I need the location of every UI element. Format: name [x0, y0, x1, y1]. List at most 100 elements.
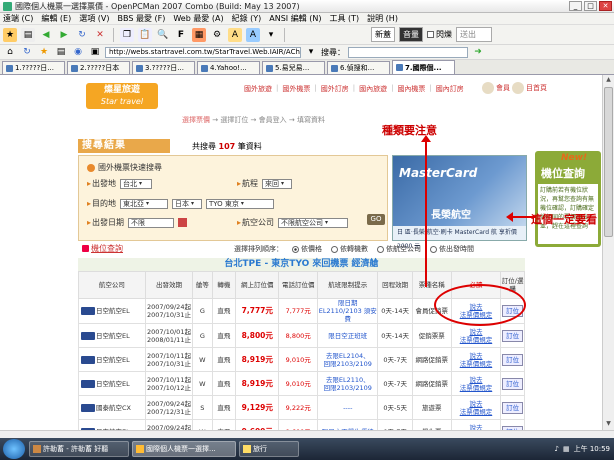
new-connection-icon[interactable]: ★: [3, 27, 17, 42]
flash-toggle[interactable]: 閃爍: [427, 29, 452, 40]
horizontal-scrollbar[interactable]: [0, 430, 614, 438]
scroll-thumb[interactable]: [604, 87, 613, 237]
cell-book[interactable]: 訂位: [500, 347, 525, 372]
print-icon[interactable]: ▣: [88, 45, 102, 59]
sort-by-transfer[interactable]: 依轉機數: [331, 244, 368, 254]
dest-country-select[interactable]: 日本: [172, 198, 203, 209]
cell-book[interactable]: 訂位: [500, 323, 525, 348]
book-button[interactable]: 訂位: [502, 377, 524, 390]
nav-domestic-hotel[interactable]: 國內訂房: [436, 84, 464, 94]
send-button[interactable]: 送出: [456, 27, 492, 42]
tab-5[interactable]: 5.易兒易...: [262, 61, 325, 74]
bookmark-icon[interactable]: ★: [37, 45, 51, 59]
menu-web-favorites[interactable]: Web 最愛 (A): [173, 13, 223, 24]
cell-read[interactable]: 說去 法票價規定: [450, 419, 502, 430]
tab-1[interactable]: 1.?????日...: [2, 61, 65, 74]
dropdown-icon[interactable]: ▾: [264, 28, 278, 42]
url-dropdown-icon[interactable]: ▾: [304, 45, 318, 59]
maximize-button[interactable]: □: [584, 1, 597, 11]
find-icon[interactable]: 🔍: [156, 28, 170, 42]
history-icon[interactable]: ▤: [54, 45, 68, 59]
taskbar-browser[interactable]: 國際個人機票一選擇...: [132, 441, 236, 457]
taskbar-travel[interactable]: 旅行: [239, 441, 299, 457]
dest-city-select[interactable]: TYO 東京: [206, 198, 275, 209]
airline-select[interactable]: 不限航空公司: [278, 217, 349, 228]
menu-help[interactable]: 說明 (H): [367, 13, 398, 24]
forward-icon[interactable]: ▶: [57, 28, 71, 42]
book-button[interactable]: 訂位: [502, 353, 524, 366]
stop-icon[interactable]: ✕: [93, 28, 107, 42]
settings-icon[interactable]: ⚙: [210, 28, 224, 42]
sort-by-airline[interactable]: 依航空公司: [377, 244, 421, 254]
color-icon[interactable]: ▦: [192, 27, 206, 42]
tab-2[interactable]: 2.?????日本: [67, 61, 130, 74]
menu-ansi-edit[interactable]: ANSI 編輯 (N): [269, 13, 321, 24]
menu-remote[interactable]: 遠端 (C): [3, 13, 33, 24]
network-icon[interactable]: ▦: [563, 445, 570, 453]
promo-banner[interactable]: MasterCard 長榮航空 日 區·長榮 航空·刷卡 MasterCard …: [392, 155, 527, 250]
volume-icon[interactable]: ♪: [555, 445, 559, 453]
scroll-down-icon[interactable]: ▼: [604, 420, 613, 429]
start-button[interactable]: [3, 439, 25, 459]
refresh-page-icon[interactable]: ↻: [20, 45, 34, 59]
tab-3[interactable]: 3.?????日...: [132, 61, 195, 74]
globe-icon[interactable]: ◉: [71, 45, 85, 59]
cell-read[interactable]: 說去 法票價規定: [450, 323, 502, 348]
scroll-up-icon[interactable]: ▲: [604, 76, 613, 85]
close-button[interactable]: ✕: [599, 1, 612, 11]
ad-subtitle: 長榮航空: [431, 210, 471, 221]
search-go-icon[interactable]: ➜: [471, 45, 485, 59]
menu-tools[interactable]: 工具 (T): [329, 13, 359, 24]
seat-query-box[interactable]: New! 機位查詢 訂購前若有機位狀況，再幫您查詢有無機位確認，訂購確定後相同的…: [535, 151, 601, 247]
menu-bbs-favorites[interactable]: BBS 最愛 (F): [117, 13, 165, 24]
open-icon[interactable]: ▤: [21, 27, 35, 42]
vertical-scrollbar[interactable]: ▲ ▼: [602, 75, 614, 430]
book-button[interactable]: 訂位: [502, 329, 524, 342]
font-icon[interactable]: F: [174, 28, 188, 42]
cell-read[interactable]: 說去 法票價規定: [450, 371, 502, 396]
home-link[interactable]: 目首頁: [512, 82, 547, 94]
nav-overseas-hotel[interactable]: 國外訂房: [321, 84, 349, 94]
sound-button[interactable]: 音量: [399, 27, 423, 42]
refresh-icon[interactable]: ↻: [75, 28, 89, 42]
cell-read[interactable]: 說去 法票價規定: [450, 395, 502, 420]
search-input[interactable]: [348, 46, 468, 58]
dest-region-select[interactable]: 東北亞: [120, 198, 169, 209]
home-icon[interactable]: ⌂: [3, 45, 17, 59]
tab-6[interactable]: 6.偵搜和...: [327, 61, 390, 74]
depart-select[interactable]: 台北: [120, 178, 153, 189]
clock[interactable]: 上午 10:59: [574, 444, 610, 454]
cell-book[interactable]: 訂位: [500, 395, 525, 420]
site-logo[interactable]: 燦星旅遊 Star travel: [86, 83, 158, 109]
cell-book[interactable]: 訂位: [500, 419, 525, 430]
sort-by-departure[interactable]: 依出發時間: [430, 244, 474, 254]
menu-options[interactable]: 選項 (V): [79, 13, 109, 24]
taskbar-music[interactable]: 許勒蓄 - 許勒蓄 好聽: [29, 441, 129, 457]
new-button[interactable]: 新蓋: [371, 27, 395, 42]
menu-history[interactable]: 紀錄 (Y): [232, 13, 262, 24]
ansi-icon[interactable]: A: [228, 27, 242, 42]
seat-query-link[interactable]: 機位查詢: [82, 243, 123, 254]
book-button[interactable]: 訂位: [502, 401, 524, 414]
url-input[interactable]: http://webs.startravel.com.tw/StarTravel…: [105, 46, 301, 58]
go-button[interactable]: GO: [367, 214, 385, 225]
back-icon[interactable]: ◀: [39, 28, 53, 42]
ansi-icon-2[interactable]: A: [246, 27, 260, 42]
trip-select[interactable]: 來回: [262, 178, 293, 189]
cell-read[interactable]: 說去 法票價規定: [450, 347, 502, 372]
tab-4[interactable]: 4.Yahoo!...: [197, 61, 260, 74]
menu-edit[interactable]: 編輯 (E): [41, 13, 71, 24]
cell-book[interactable]: 訂位: [500, 371, 525, 396]
paste-icon[interactable]: 📋: [138, 27, 152, 42]
nav-overseas-ticket[interactable]: 國外機票: [282, 84, 310, 94]
member-link[interactable]: 會員: [482, 82, 510, 94]
date-input[interactable]: 不限: [128, 217, 175, 228]
minimize-button[interactable]: _: [569, 1, 582, 11]
nav-domestic-tour[interactable]: 國內旅遊: [359, 84, 387, 94]
nav-overseas-tour[interactable]: 國外旅遊: [244, 84, 272, 94]
calendar-icon[interactable]: [178, 218, 188, 227]
nav-domestic-ticket[interactable]: 國內機票: [397, 84, 425, 94]
sort-by-price[interactable]: 依價格: [292, 244, 322, 254]
tab-7-active[interactable]: 7.國際個...: [392, 60, 455, 74]
copy-icon[interactable]: ❐: [120, 27, 134, 42]
